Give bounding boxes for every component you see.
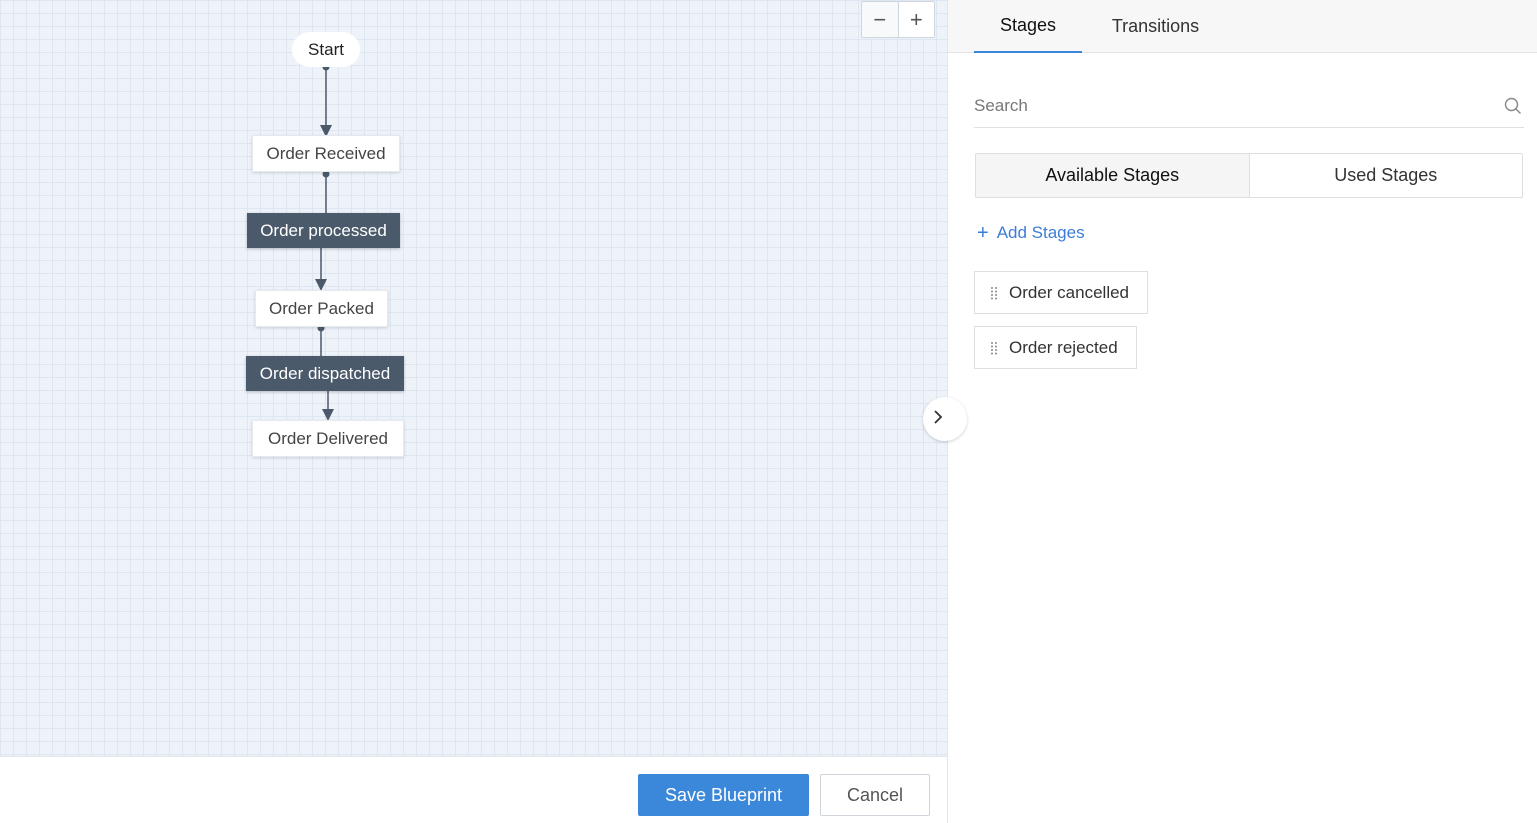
node-label: Order Packed: [269, 298, 374, 318]
node-label: Order processed: [260, 220, 387, 240]
stages-panel: Stages Transitions Available Stages Used…: [947, 0, 1537, 823]
tab-label: Transitions: [1111, 16, 1200, 36]
node-order-delivered[interactable]: Order Delivered: [252, 420, 404, 457]
search-input[interactable]: [974, 95, 1502, 116]
flow-connectors: [315, 63, 334, 421]
tab-label: Stages: [999, 15, 1057, 35]
blueprint-canvas[interactable]: Start Order Received Order processed Ord…: [0, 0, 947, 757]
stage-chip-label: Order rejected: [1009, 337, 1118, 357]
cancel-button[interactable]: Cancel: [820, 774, 930, 816]
node-label: Order Received: [266, 143, 386, 163]
panel-tabs: Stages Transitions: [948, 0, 1537, 53]
drag-handle-icon[interactable]: [989, 286, 999, 300]
stage-chip-order-rejected[interactable]: Order rejected: [974, 326, 1137, 369]
node-label: Order dispatched: [259, 363, 391, 383]
search-icon[interactable]: [1502, 95, 1524, 117]
plus-icon: +: [977, 222, 989, 244]
save-blueprint-button[interactable]: Save Blueprint: [638, 774, 809, 816]
node-label: Start: [308, 39, 344, 59]
segment-used-stages[interactable]: Used Stages: [1250, 154, 1523, 197]
zoom-in-button[interactable]: +: [897, 2, 934, 37]
zoom-controls: − +: [861, 1, 935, 38]
segment-available-stages[interactable]: Available Stages: [976, 154, 1250, 197]
node-order-received[interactable]: Order Received: [252, 135, 400, 172]
stage-filter-toggle: Available Stages Used Stages: [975, 153, 1523, 198]
chevron-right-icon: [933, 409, 943, 430]
node-start[interactable]: Start: [292, 32, 360, 67]
node-order-packed[interactable]: Order Packed: [255, 290, 388, 327]
search-box: [974, 84, 1524, 128]
zoom-out-button[interactable]: −: [862, 2, 898, 37]
tab-stages[interactable]: Stages: [974, 0, 1082, 53]
stage-chip-order-cancelled[interactable]: Order cancelled: [974, 271, 1149, 314]
add-stages-link[interactable]: + Add Stages: [977, 220, 1085, 246]
node-label: Order Delivered: [268, 428, 388, 448]
node-order-processed[interactable]: Order processed: [247, 213, 400, 248]
footer-bar: Save Blueprint Cancel: [0, 757, 947, 823]
tab-transitions[interactable]: Transitions: [1098, 0, 1213, 53]
stage-chip-label: Order cancelled: [1009, 282, 1130, 302]
node-order-dispatched[interactable]: Order dispatched: [246, 356, 404, 391]
collapse-panel-button[interactable]: [923, 397, 967, 441]
drag-handle-icon[interactable]: [989, 341, 999, 355]
add-stages-label: Add Stages: [996, 223, 1085, 242]
